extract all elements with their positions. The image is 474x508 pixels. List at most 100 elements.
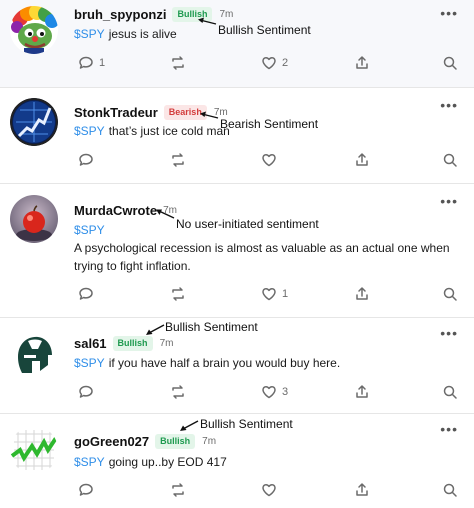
username[interactable]: sal61 [74, 336, 107, 351]
post-body: $SPY if you have half a brain you would b… [74, 354, 454, 372]
search-magnifier-icon [443, 287, 457, 301]
ticker-link[interactable]: $SPY [74, 124, 105, 138]
username[interactable]: MurdaCwrote [74, 203, 157, 218]
reshare-button[interactable] [170, 284, 191, 304]
search-button[interactable] [442, 53, 458, 73]
timestamp[interactable]: 7m [219, 9, 233, 20]
reshare-arrows-icon [172, 385, 184, 399]
heart-icon [262, 153, 276, 167]
post-header: goGreen027 Bullish 7m [74, 432, 216, 450]
reshare-button[interactable] [170, 53, 191, 73]
like-button[interactable]: 1 [261, 284, 288, 304]
action-bar [74, 150, 464, 170]
more-dots-icon[interactable]: ••• [440, 326, 458, 340]
post-header: sal61 Bullish 7m [74, 334, 173, 352]
comment-button[interactable]: 1 [78, 53, 105, 73]
action-bar: 1 2 [74, 53, 464, 73]
more-dots-icon[interactable]: ••• [440, 98, 458, 112]
share-upload-icon [356, 385, 368, 398]
reshare-button[interactable] [170, 382, 191, 402]
more-dots-icon[interactable]: ••• [440, 6, 458, 20]
share-upload-icon [356, 56, 368, 69]
comment-button[interactable] [78, 382, 99, 402]
search-magnifier-icon [443, 153, 457, 167]
reshare-button[interactable] [170, 480, 191, 500]
like-button[interactable] [261, 150, 282, 170]
annotation-label: Bearish Sentiment [220, 117, 319, 131]
post-body: $SPY going up..by EOD 417 [74, 453, 454, 471]
post-card[interactable]: bruh_spyponzi Bullish 7m ••• $SPY jesus i… [0, 0, 474, 88]
action-bar [74, 480, 464, 500]
like-count: 3 [282, 386, 289, 398]
share-button[interactable] [354, 480, 370, 500]
reshare-arrows-icon [172, 483, 184, 497]
search-button[interactable] [442, 150, 458, 170]
sentiment-badge: Bullish [155, 433, 196, 449]
more-dots-icon[interactable]: ••• [440, 194, 458, 208]
username[interactable]: bruh_spyponzi [74, 7, 166, 22]
ticker-link[interactable]: $SPY [74, 455, 105, 469]
annotation-arrow [156, 209, 175, 219]
timestamp[interactable]: 7m [202, 436, 216, 447]
spartan-helmet-avatar[interactable] [10, 331, 58, 379]
annotation-arrow [146, 324, 165, 335]
ticker-link[interactable]: $SPY [74, 27, 105, 41]
green-zigzag-chart-avatar[interactable] [10, 426, 58, 474]
comment-bubble-icon [79, 287, 93, 300]
heart-icon [262, 385, 276, 399]
search-button[interactable] [442, 382, 458, 402]
heart-icon [262, 287, 276, 301]
annotation-label: Bullish Sentiment [218, 23, 311, 37]
share-upload-icon [356, 153, 368, 166]
ticker-link[interactable]: $SPY [74, 356, 105, 370]
action-bar: 1 [74, 284, 464, 304]
share-upload-icon [356, 483, 368, 496]
comment-bubble-icon [79, 153, 93, 166]
search-magnifier-icon [443, 385, 457, 399]
action-bar: 3 [74, 382, 464, 402]
annotation-label: Bullish Sentiment [165, 320, 258, 334]
reshare-button[interactable] [170, 150, 191, 170]
username[interactable]: goGreen027 [74, 434, 149, 449]
post-card[interactable]: MurdaCwrote 7m ••• $SPY A psychological … [0, 184, 474, 318]
post-card[interactable]: StonkTradeur Bearish 7m ••• $SPY that’s j… [0, 88, 474, 184]
comment-button[interactable] [78, 480, 99, 500]
like-count: 1 [282, 288, 289, 300]
like-button[interactable] [261, 480, 282, 500]
share-button[interactable] [354, 150, 370, 170]
share-button[interactable] [354, 382, 370, 402]
post-text: if you have half a brain you would buy h… [108, 356, 341, 370]
like-button[interactable]: 3 [261, 382, 288, 402]
like-count: 2 [282, 57, 289, 69]
share-button[interactable] [354, 53, 370, 73]
timestamp[interactable]: 7m [160, 338, 174, 349]
share-button[interactable] [354, 284, 370, 304]
heart-icon [262, 483, 276, 497]
comment-button[interactable] [78, 284, 99, 304]
annotation-arrow [200, 111, 219, 119]
search-magnifier-icon [443, 56, 457, 70]
username[interactable]: StonkTradeur [74, 105, 158, 120]
search-button[interactable] [442, 480, 458, 500]
annotation-arrow [180, 420, 199, 431]
annotation-label: No user-initiated sentiment [176, 217, 319, 231]
heart-icon [262, 56, 276, 70]
search-magnifier-icon [443, 483, 457, 497]
more-dots-icon[interactable]: ••• [440, 422, 458, 436]
search-button[interactable] [442, 284, 458, 304]
stock-chart-globe-avatar[interactable] [10, 98, 58, 146]
post-text: A psychological recession is almost as v… [74, 241, 450, 273]
post-text: that’s just ice cold man [108, 124, 230, 138]
annotation-label: Bullish Sentiment [200, 417, 293, 431]
post-text: jesus is alive [108, 27, 177, 41]
reshare-arrows-icon [172, 153, 184, 167]
post-text: going up..by EOD 417 [108, 455, 227, 469]
rainbow-pepe-clown-avatar[interactable] [10, 6, 58, 54]
reshare-arrows-icon [172, 56, 184, 70]
annotation-arrow [198, 17, 217, 25]
like-button[interactable]: 2 [261, 53, 288, 73]
comment-bubble-icon [79, 483, 93, 496]
comment-button[interactable] [78, 150, 99, 170]
share-upload-icon [356, 287, 368, 300]
red-apple-photo-avatar[interactable] [10, 195, 58, 243]
